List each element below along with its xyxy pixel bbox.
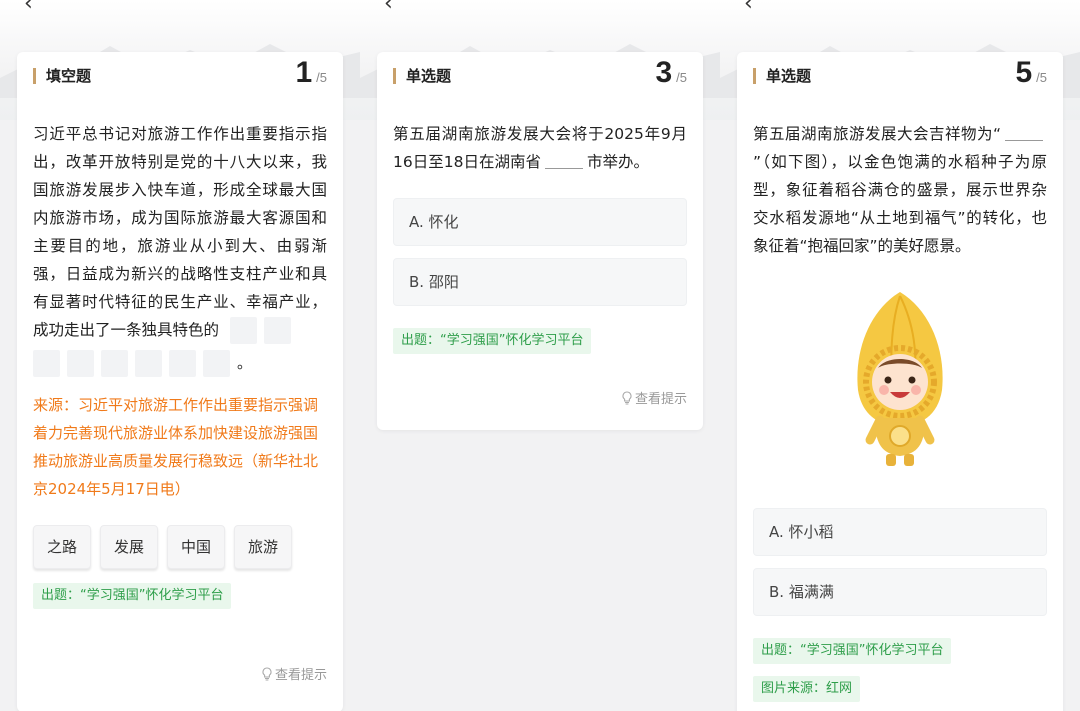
question-number: 3: [655, 56, 673, 89]
question-counter: 3/5: [655, 56, 687, 90]
question-counter: 1/5: [295, 56, 327, 90]
answer-box[interactable]: [229, 317, 257, 344]
source-text: 来源：习近平对旅游工作作出重要指示强调 着力完善现代旅游业体系加快建设旅游强国 …: [33, 396, 319, 498]
question-part-b: ”（如下图），以金色饱满的水稻种子为原型，象征着稻谷满仓的盛景，展示世界杂交水稻…: [753, 153, 1047, 255]
word-chip[interactable]: 旅游: [234, 525, 292, 569]
question-type: 单选题: [393, 68, 451, 84]
card-header: 单选题 3/5: [377, 52, 703, 96]
answer-box[interactable]: [33, 350, 60, 377]
answer-blank: [1005, 125, 1043, 141]
answer-box[interactable]: [67, 350, 94, 377]
period: 。: [237, 354, 253, 372]
answer-box[interactable]: [135, 350, 162, 377]
word-chip[interactable]: 中国: [167, 525, 225, 569]
question-text: 习近平总书记对旅游工作作出重要指示指出，改革开放特别是党的十八大以来，我国旅游发…: [17, 96, 343, 344]
answer-box[interactable]: [101, 350, 128, 377]
author-tag: 出题：“学习强国”怀化学习平台: [393, 328, 592, 354]
back-arrow-icon[interactable]: ‹: [24, 0, 44, 15]
option-a[interactable]: A. 怀化: [393, 198, 687, 246]
author-tag: 出题：“学习强国”怀化学习平台: [753, 638, 952, 664]
question-number: 5: [1015, 56, 1033, 89]
question-total: /5: [676, 70, 687, 85]
mascot-illustration: [857, 292, 943, 466]
word-choices: 之路 发展 中国 旅游: [17, 503, 343, 573]
option-b[interactable]: B. 邵阳: [393, 258, 687, 306]
answer-blank: [544, 153, 583, 169]
option-a[interactable]: A. 怀小稻: [753, 508, 1047, 556]
hint-label: 查看提示: [634, 392, 687, 407]
answer-box[interactable]: [169, 350, 196, 377]
option-b[interactable]: B. 福满满: [753, 568, 1047, 616]
image-source-tag: 图片来源：红网: [753, 676, 861, 702]
question-text: 第五届湖南旅游发展大会将于2025年9月16日至18日在湖南省 市举办。: [377, 96, 703, 176]
question-part-a: 第五届湖南旅游发展大会吉祥物为“: [753, 125, 1001, 143]
author-tag: 出题：“学习强国”怀化学习平台: [33, 583, 232, 609]
question-counter: 5/5: [1015, 56, 1047, 90]
lightbulb-icon: [622, 391, 632, 405]
hint-button[interactable]: 查看提示: [621, 388, 687, 407]
answer-box[interactable]: [263, 317, 291, 344]
question-total: /5: [316, 70, 327, 85]
question-part-b: 市举办。: [586, 153, 649, 171]
quiz-panel-3: ‹ 单选题 3/5 第五届湖南旅游发展大会将于2025年9月16日至18日在湖南…: [360, 0, 720, 711]
hint-button[interactable]: 查看提示: [261, 664, 327, 683]
mascot-image: [737, 260, 1063, 500]
quiz-panel-1: ‹ 填空题 1/5 习近平总书记对旅游工作作出重要指示指出，改革开放特别是党的十…: [0, 0, 360, 711]
question-card: 单选题 5/5 第五届湖南旅游发展大会吉祥物为“ ”（如下图），以金色饱满的水稻种…: [737, 52, 1063, 711]
question-card: 单选题 3/5 第五届湖南旅游发展大会将于2025年9月16日至18日在湖南省市…: [377, 52, 703, 430]
lightbulb-icon: [262, 667, 272, 681]
question-type: 单选题: [753, 68, 811, 84]
word-chip[interactable]: 发展: [100, 525, 158, 569]
hint-label: 查看提示: [274, 668, 327, 683]
question-text: 第五届湖南旅游发展大会吉祥物为“ ”（如下图），以金色饱满的水稻种子为原型，象征着…: [737, 96, 1063, 260]
question-card: 填空题 1/5 习近平总书记对旅游工作作出重要指示指出，改革开放特别是党的十八大…: [17, 52, 343, 711]
quiz-panel-5: ‹ 单选题 5/5 第五届湖南旅游发展大会吉祥物为“ ”（如下图），以金色饱满的水…: [720, 0, 1080, 711]
card-header: 填空题 1/5: [17, 52, 343, 96]
question-tail: 成功走出了一条独具特色的: [33, 321, 220, 339]
back-arrow-icon[interactable]: ‹: [744, 0, 764, 15]
question-number: 1: [295, 56, 313, 89]
word-chip[interactable]: 之路: [33, 525, 91, 569]
back-arrow-icon[interactable]: ‹: [384, 0, 404, 15]
question-body: 习近平总书记对旅游工作作出重要指示指出，改革开放特别是党的十八大以来，我国旅游发…: [33, 125, 327, 311]
question-total: /5: [1036, 70, 1047, 85]
question-type: 填空题: [33, 68, 91, 84]
card-header: 单选题 5/5: [737, 52, 1063, 96]
answer-box[interactable]: [203, 350, 230, 377]
answer-boxes: 。: [17, 350, 343, 377]
